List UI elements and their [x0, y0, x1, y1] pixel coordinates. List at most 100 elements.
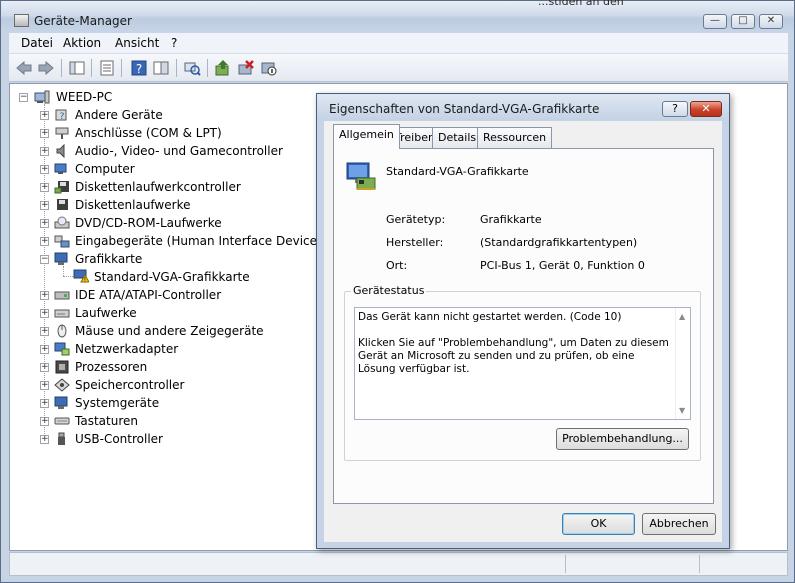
toolbar-separator	[61, 59, 62, 77]
svg-text:?: ?	[136, 62, 142, 76]
dialog-close-button[interactable]: ✕	[690, 101, 722, 117]
dialog-title-bar[interactable]: Eigenschaften von Standard-VGA-Grafikkar…	[317, 94, 729, 120]
tree-item-diskettenlaufwerke[interactable]: Diskettenlaufwerke	[75, 196, 190, 214]
dialog-help-button[interactable]: ?	[662, 101, 688, 117]
root-collapse-toggle[interactable]: −	[19, 93, 28, 102]
properties-icon[interactable]	[98, 59, 116, 77]
view-icon[interactable]	[152, 59, 170, 77]
back-icon[interactable]	[15, 59, 33, 77]
hid-icon	[54, 235, 70, 248]
tree-item-usb-controller[interactable]: USB-Controller	[75, 430, 163, 448]
floppy-controller-icon	[54, 181, 69, 194]
tree-item-systemgeraete[interactable]: Systemgeräte	[75, 394, 159, 412]
menu-datei[interactable]: Datei	[21, 36, 53, 50]
menu-help[interactable]: ?	[171, 36, 177, 50]
port-icon	[55, 127, 69, 139]
disk-drive-icon	[54, 309, 70, 318]
prop-value-geraetetyp: Grafikkarte	[480, 213, 542, 226]
expand-toggle[interactable]: +	[40, 309, 49, 318]
menu-ansicht[interactable]: Ansicht	[115, 36, 159, 50]
tree-item-eingabegeraete[interactable]: Eingabegeräte (Human Interface Devices)	[75, 232, 328, 250]
expand-toggle[interactable]: +	[40, 435, 49, 444]
svg-text:!: !	[84, 277, 86, 284]
expand-toggle[interactable]: +	[40, 381, 49, 390]
menu-aktion[interactable]: Aktion	[63, 36, 101, 50]
expand-toggle[interactable]: +	[40, 129, 49, 138]
tree-item-diskettenlaufwerkcontroller[interactable]: Diskettenlaufwerkcontroller	[75, 178, 241, 196]
minimize-button[interactable]: —	[703, 14, 727, 29]
expand-toggle[interactable]: +	[40, 345, 49, 354]
expand-toggle[interactable]: +	[40, 399, 49, 408]
tree-guide-line	[63, 266, 64, 276]
scan-hardware-icon[interactable]	[183, 59, 201, 77]
cdrom-icon	[54, 216, 70, 229]
update-driver-icon[interactable]	[214, 59, 232, 77]
pc-icon	[34, 90, 50, 104]
expand-toggle[interactable]: +	[40, 201, 49, 210]
window-title: Geräte-Manager	[34, 14, 132, 28]
tree-item-standard-vga[interactable]: Standard-VGA-Grafikkarte	[94, 268, 250, 286]
tab-details[interactable]: Details	[432, 127, 483, 148]
expand-toggle[interactable]: +	[40, 183, 49, 192]
expand-toggle[interactable]: +	[40, 219, 49, 228]
expand-toggle[interactable]: +	[40, 111, 49, 120]
expand-toggle[interactable]: +	[40, 417, 49, 426]
prop-value-hersteller: (Standardgrafikkartentypen)	[480, 236, 638, 249]
tree-root-weed-pc[interactable]: WEED-PC	[56, 88, 112, 106]
device-name: Standard-VGA-Grafikkarte	[386, 165, 529, 178]
device-status-group: Gerätestatus Das Gerät kann nicht gestar…	[344, 284, 701, 461]
toolbar: ?	[9, 54, 788, 82]
tree-item-maeuse[interactable]: Mäuse und andere Zeigegeräte	[75, 322, 264, 340]
collapse-toggle[interactable]: −	[40, 255, 49, 264]
ide-controller-icon	[54, 291, 70, 300]
status-message: Das Gerät kann nicht gestartet werden. (…	[358, 311, 622, 323]
tree-item-ide-ata[interactable]: IDE ATA/ATAPI-Controller	[75, 286, 221, 304]
troubleshoot-button[interactable]: Problembehandlung...	[556, 428, 689, 450]
storage-controller-icon	[54, 378, 70, 392]
scroll-down-arrow-icon[interactable]: ▼	[679, 404, 685, 417]
tree-item-speichercontroller[interactable]: Speichercontroller	[75, 376, 184, 394]
tree-item-prozessoren[interactable]: Prozessoren	[75, 358, 147, 376]
uninstall-icon[interactable]	[237, 59, 255, 77]
tab-allgemein[interactable]: Allgemein	[333, 124, 400, 149]
dialog-title: Eigenschaften von Standard-VGA-Grafikkar…	[329, 102, 600, 116]
background-window-text: ...stiden an den	[538, 0, 624, 8]
speaker-icon	[56, 144, 65, 158]
tab-ressourcen[interactable]: Ressourcen	[477, 127, 553, 148]
expand-toggle[interactable]: +	[40, 291, 49, 300]
tree-item-anschluesse[interactable]: Anschlüsse (COM & LPT)	[75, 124, 222, 142]
tree-item-laufwerke[interactable]: Laufwerke	[75, 304, 137, 322]
disable-icon[interactable]	[260, 59, 278, 77]
scroll-up-arrow-icon[interactable]: ▲	[679, 310, 685, 323]
help-icon[interactable]: ?	[130, 59, 148, 77]
tree-item-andere-geraete[interactable]: Andere Geräte	[75, 106, 163, 124]
tree-item-dvd-cdrom[interactable]: DVD/CD-ROM-Laufwerke	[75, 214, 222, 232]
tree-item-grafikkarte[interactable]: Grafikkarte	[75, 250, 142, 268]
maximize-button[interactable]: □	[731, 14, 755, 29]
tree-item-audio-video[interactable]: Audio-, Video- und Gamecontroller	[75, 142, 283, 160]
status-scrollbar[interactable]: ▲ ▼	[675, 308, 690, 419]
tree-item-netzwerkadapter[interactable]: Netzwerkadapter	[75, 340, 178, 358]
status-divider	[699, 555, 700, 573]
expand-toggle[interactable]: +	[40, 363, 49, 372]
svg-text:?: ?	[60, 112, 65, 122]
cancel-button[interactable]: Abbrechen	[642, 513, 716, 535]
device-status-textbox[interactable]: Das Gerät kann nicht gestartet werden. (…	[354, 307, 691, 420]
ok-button[interactable]: OK	[562, 513, 635, 535]
expand-toggle[interactable]: +	[40, 147, 49, 156]
device-manager-app-icon	[14, 14, 29, 27]
expand-toggle[interactable]: +	[40, 327, 49, 336]
toolbar-separator	[121, 59, 122, 77]
expand-toggle[interactable]: +	[40, 165, 49, 174]
tree-guide-line	[63, 276, 73, 277]
show-hide-tree-icon[interactable]	[68, 59, 86, 77]
forward-icon[interactable]	[37, 59, 55, 77]
tree-item-tastaturen[interactable]: Tastaturen	[75, 412, 138, 430]
display-adapter-icon	[54, 252, 68, 265]
tree-item-computer[interactable]: Computer	[75, 160, 135, 178]
expand-toggle[interactable]: +	[40, 237, 49, 246]
title-bar[interactable]: Geräte-Manager ...stiden an den — □ ✕	[1, 0, 794, 33]
toolbar-separator	[91, 59, 92, 77]
prop-label-ort: Ort:	[386, 259, 408, 272]
close-button[interactable]: ✕	[759, 14, 783, 29]
